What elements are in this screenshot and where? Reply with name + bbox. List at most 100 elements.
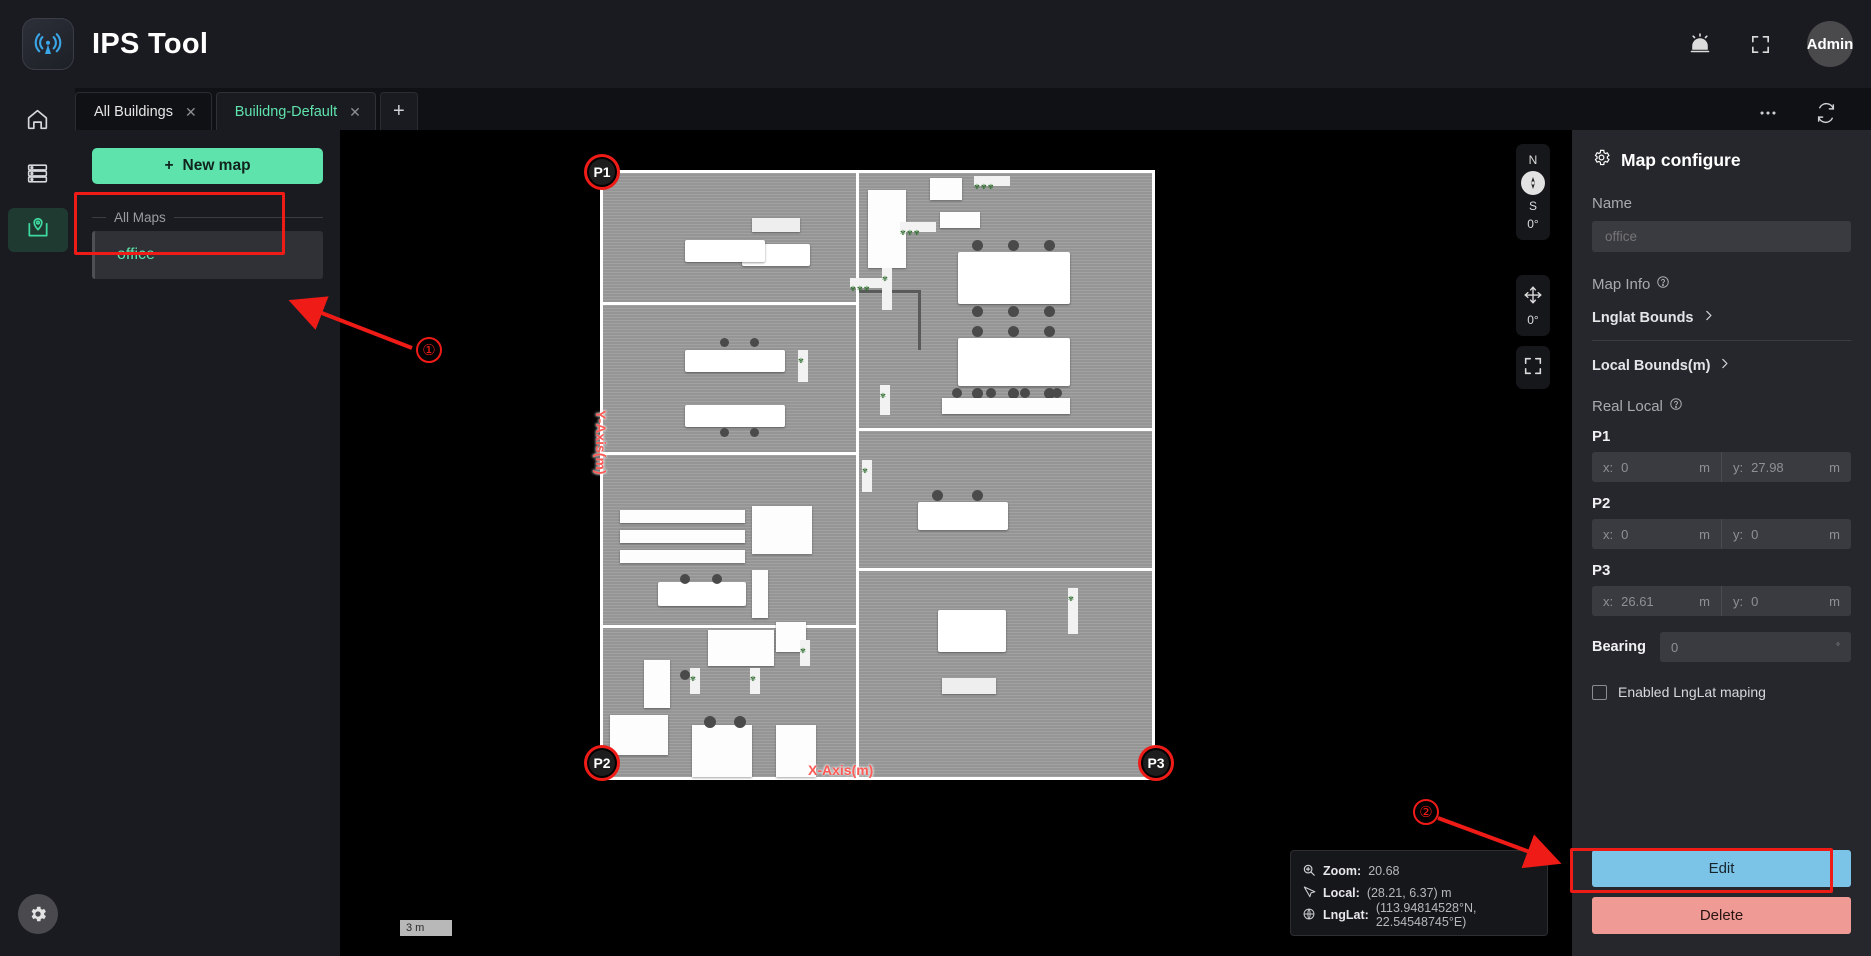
p3-coord-row: x: 26.61 m y: 0 m: [1592, 586, 1851, 616]
server-list-icon: [25, 161, 50, 191]
close-icon[interactable]: ✕: [349, 105, 361, 119]
all-maps-label: All Maps: [114, 210, 166, 225]
p1-x-field[interactable]: x: 0 m: [1592, 452, 1721, 482]
left-nav-rail: [0, 88, 75, 956]
bearing-label: Bearing: [1592, 639, 1646, 655]
sidebar-item-devices[interactable]: [8, 154, 68, 198]
scale-bar-label: 3 m: [406, 922, 425, 934]
alarm-bell-icon[interactable]: [1687, 31, 1713, 57]
edit-button[interactable]: Edit: [1592, 850, 1851, 887]
scale-bar: 3 m: [400, 920, 452, 936]
compass-north-label: N: [1528, 153, 1538, 167]
add-tab-button[interactable]: +: [379, 92, 418, 130]
y-prefix: y:: [1733, 459, 1744, 475]
map-compass-control[interactable]: N S 0°: [1516, 144, 1550, 240]
app-root: IPS Tool Admin All Buildings ✕ Builidng-…: [0, 0, 1871, 956]
point-label: P1: [593, 164, 611, 180]
move-arrows-icon: [1522, 284, 1544, 309]
all-maps-divider: All Maps: [92, 210, 323, 225]
point-marker-p2[interactable]: P2: [584, 745, 620, 781]
sidebar-settings[interactable]: [17, 894, 58, 934]
map-info-text: Map Info: [1592, 275, 1651, 293]
app-title: IPS Tool: [92, 27, 209, 60]
pan-angle-label: 0°: [1527, 313, 1539, 327]
tab-building-default[interactable]: Builidng-Default ✕: [215, 92, 376, 130]
new-map-button[interactable]: + New map: [92, 148, 323, 184]
chevron-right-icon: [1702, 309, 1715, 326]
annotation-number-2: ②: [1413, 799, 1439, 825]
close-icon[interactable]: ✕: [185, 105, 197, 119]
zoom-in-icon: [1302, 863, 1316, 880]
compass-card[interactable]: N S 0°: [1516, 144, 1550, 240]
degree-unit: °: [1836, 641, 1840, 653]
p3-x-field[interactable]: x: 26.61 m: [1592, 586, 1721, 616]
lnglat-maping-checkbox[interactable]: [1592, 684, 1607, 700]
info-row-lnglat: LngLat: (113.94814528°N, 22.54548745°E): [1302, 901, 1536, 929]
bearing-input[interactable]: 0 °: [1660, 632, 1851, 662]
compass-south-label: S: [1528, 199, 1537, 213]
info-row-zoom: Zoom: 20.68: [1302, 860, 1536, 882]
delete-button[interactable]: Delete: [1592, 897, 1851, 934]
zoom-label: Zoom:: [1323, 864, 1362, 878]
p3-y-field[interactable]: y: 0 m: [1721, 586, 1851, 616]
local-bounds-label: Local Bounds(m): [1592, 357, 1711, 374]
zoom-value: 20.68: [1368, 864, 1400, 878]
tab-strip: All Buildings ✕ Builidng-Default ✕ +: [75, 88, 1871, 130]
x-axis-label: X-Axis(m): [808, 762, 874, 778]
p3-y-value: 0: [1751, 593, 1759, 609]
chevron-right-icon: [1718, 357, 1731, 374]
p1-y-field[interactable]: y: 27.98 m: [1721, 452, 1851, 482]
pan-card[interactable]: 0°: [1516, 275, 1550, 336]
point-marker-p3[interactable]: P3: [1138, 745, 1174, 781]
p2-x-field[interactable]: x: 0 m: [1592, 519, 1721, 549]
y-prefix: y:: [1733, 526, 1744, 542]
compass-angle-label: 0°: [1527, 217, 1539, 231]
real-local-label: Real Local: [1592, 397, 1851, 415]
map-configure-panel: Map configure Name Map Info Lnglat Bound…: [1572, 130, 1871, 956]
p2-y-field[interactable]: y: 0 m: [1721, 519, 1851, 549]
x-prefix: x:: [1603, 593, 1614, 609]
tab-strip-actions: [1757, 102, 1837, 124]
map-info-label: Map Info: [1592, 275, 1851, 293]
app-logo[interactable]: IPS Tool: [22, 18, 208, 70]
y-prefix: y:: [1733, 593, 1744, 609]
sidebar-item-maps[interactable]: [7, 208, 68, 252]
map-status-infobox: Zoom: 20.68 Local: (28.21, 6.37) m LngLa…: [1290, 850, 1548, 936]
fit-card[interactable]: [1516, 346, 1550, 389]
map-pan-control[interactable]: 0°: [1516, 275, 1550, 336]
lnglat-bounds-row[interactable]: Lnglat Bounds: [1592, 309, 1851, 326]
map-canvas[interactable]: ✾✾✾ ✾ ✾ ✾ ✾ ✾ ✾ ✾✾✾ ✾✾✾ ✾ ✾ Y-Axis(m) X-…: [340, 130, 1572, 956]
refresh-icon[interactable]: [1815, 102, 1837, 124]
map-fit-control[interactable]: [1516, 346, 1550, 389]
unit-label: m: [1829, 459, 1840, 475]
sidebar-item-home[interactable]: [8, 100, 68, 144]
config-actions: Edit Delete: [1592, 850, 1851, 934]
local-bounds-row[interactable]: Local Bounds(m): [1592, 357, 1851, 374]
top-bar: IPS Tool Admin: [0, 0, 1871, 88]
new-map-label: New map: [182, 157, 251, 174]
name-input[interactable]: [1592, 221, 1851, 252]
help-circle-icon[interactable]: [1656, 275, 1670, 293]
enable-lnglat-maping-row[interactable]: Enabled LngLat maping: [1592, 684, 1851, 700]
map-list-item-office[interactable]: office: [92, 231, 323, 279]
tab-label: All Buildings: [94, 103, 173, 120]
local-label: Local:: [1323, 886, 1360, 900]
avatar[interactable]: Admin: [1807, 21, 1853, 67]
gear-icon: [17, 894, 58, 934]
more-horizontal-icon[interactable]: [1757, 102, 1779, 124]
p1-title: P1: [1592, 428, 1611, 445]
tab-all-buildings[interactable]: All Buildings ✕: [75, 92, 212, 130]
config-title: Map configure: [1592, 148, 1851, 172]
unit-label: m: [1829, 593, 1840, 609]
help-circle-icon[interactable]: [1669, 397, 1683, 415]
p3-title: P3: [1592, 562, 1611, 579]
fullscreen-icon[interactable]: [1747, 31, 1773, 57]
tab-label: Builidng-Default: [234, 103, 338, 120]
lnglat-bounds-label: Lnglat Bounds: [1592, 309, 1694, 326]
point-label: P3: [1147, 755, 1165, 771]
p1-y-value: 27.98: [1751, 459, 1784, 475]
point-marker-p1[interactable]: P1: [584, 154, 620, 190]
divider: [1592, 340, 1851, 341]
x-prefix: x:: [1603, 526, 1614, 542]
p2-y-value: 0: [1751, 526, 1759, 542]
